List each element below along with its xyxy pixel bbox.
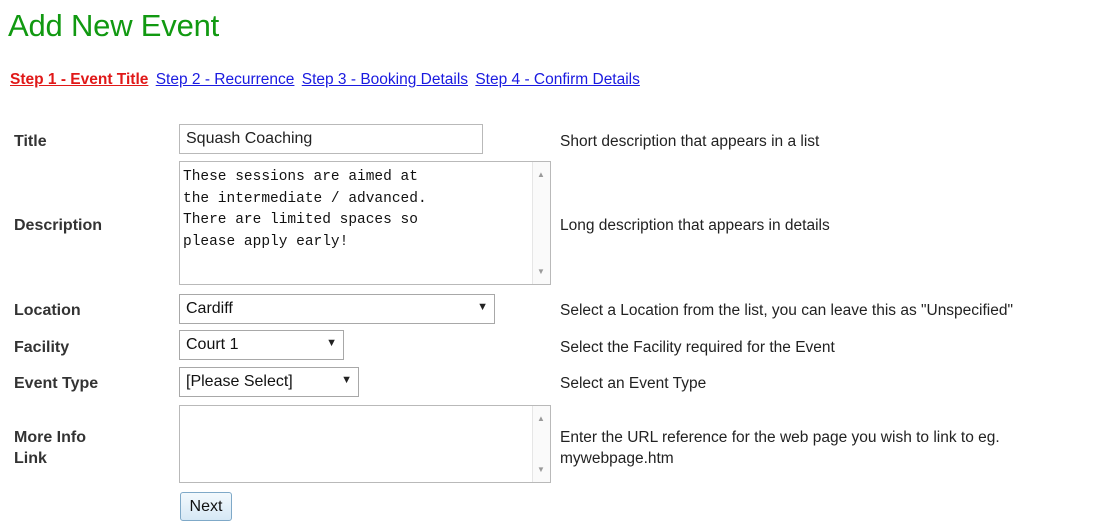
step-1-link[interactable]: Step 1 - Event Title [10,71,148,88]
event-type-label: Event Type [14,375,99,392]
location-select[interactable]: Cardiff ▼ [179,294,495,324]
chevron-down-icon: ▼ [326,337,337,349]
more-info-help-line2: mywebpage.htm [560,450,674,467]
more-info-textarea[interactable]: ▲ ▼ [179,405,551,483]
step-2-link[interactable]: Step 2 - Recurrence [156,71,295,88]
title-input[interactable] [179,124,483,154]
more-info-label-line1: More Info [14,429,86,446]
event-type-help: Select an Event Type [560,375,707,392]
description-label: Description [14,217,103,234]
event-type-select[interactable]: [Please Select] ▼ [179,367,359,397]
more-info-label: More Info Link [14,427,86,469]
chevron-down-icon: ▼ [341,374,352,386]
step-4-link[interactable]: Step 4 - Confirm Details [475,71,640,88]
more-info-help-line1: Enter the URL reference for the web page… [560,429,1000,446]
event-type-selected-value: [Please Select] [186,373,293,390]
more-info-help: Enter the URL reference for the web page… [560,427,1000,469]
title-help: Short description that appears in a list [560,133,820,150]
step-navigation: Step 1 - Event Title Step 2 - Recurrence… [10,71,643,89]
page-title: Add New Event [8,8,220,43]
description-help: Long description that appears in details [560,217,830,234]
title-label: Title [14,133,47,150]
facility-label: Facility [14,339,70,356]
step-3-link[interactable]: Step 3 - Booking Details [302,71,468,88]
location-label: Location [14,302,81,319]
scroll-down-icon[interactable]: ▼ [537,267,545,276]
scroll-up-icon[interactable]: ▲ [537,170,545,179]
more-info-scrollbar[interactable]: ▲ ▼ [532,406,550,482]
chevron-down-icon: ▼ [477,301,488,313]
location-help: Select a Location from the list, you can… [560,302,1013,319]
scroll-down-icon[interactable]: ▼ [537,465,545,474]
location-selected-value: Cardiff [186,300,233,317]
facility-select[interactable]: Court 1 ▼ [179,330,344,360]
scroll-up-icon[interactable]: ▲ [537,414,545,423]
description-text: These sessions are aimed at the intermed… [183,169,427,250]
next-button[interactable]: Next [180,492,232,521]
description-scrollbar[interactable]: ▲ ▼ [532,162,550,284]
description-textarea[interactable]: These sessions are aimed at the intermed… [179,161,551,285]
facility-selected-value: Court 1 [186,336,239,353]
more-info-label-line2: Link [14,450,47,467]
facility-help: Select the Facility required for the Eve… [560,339,835,356]
